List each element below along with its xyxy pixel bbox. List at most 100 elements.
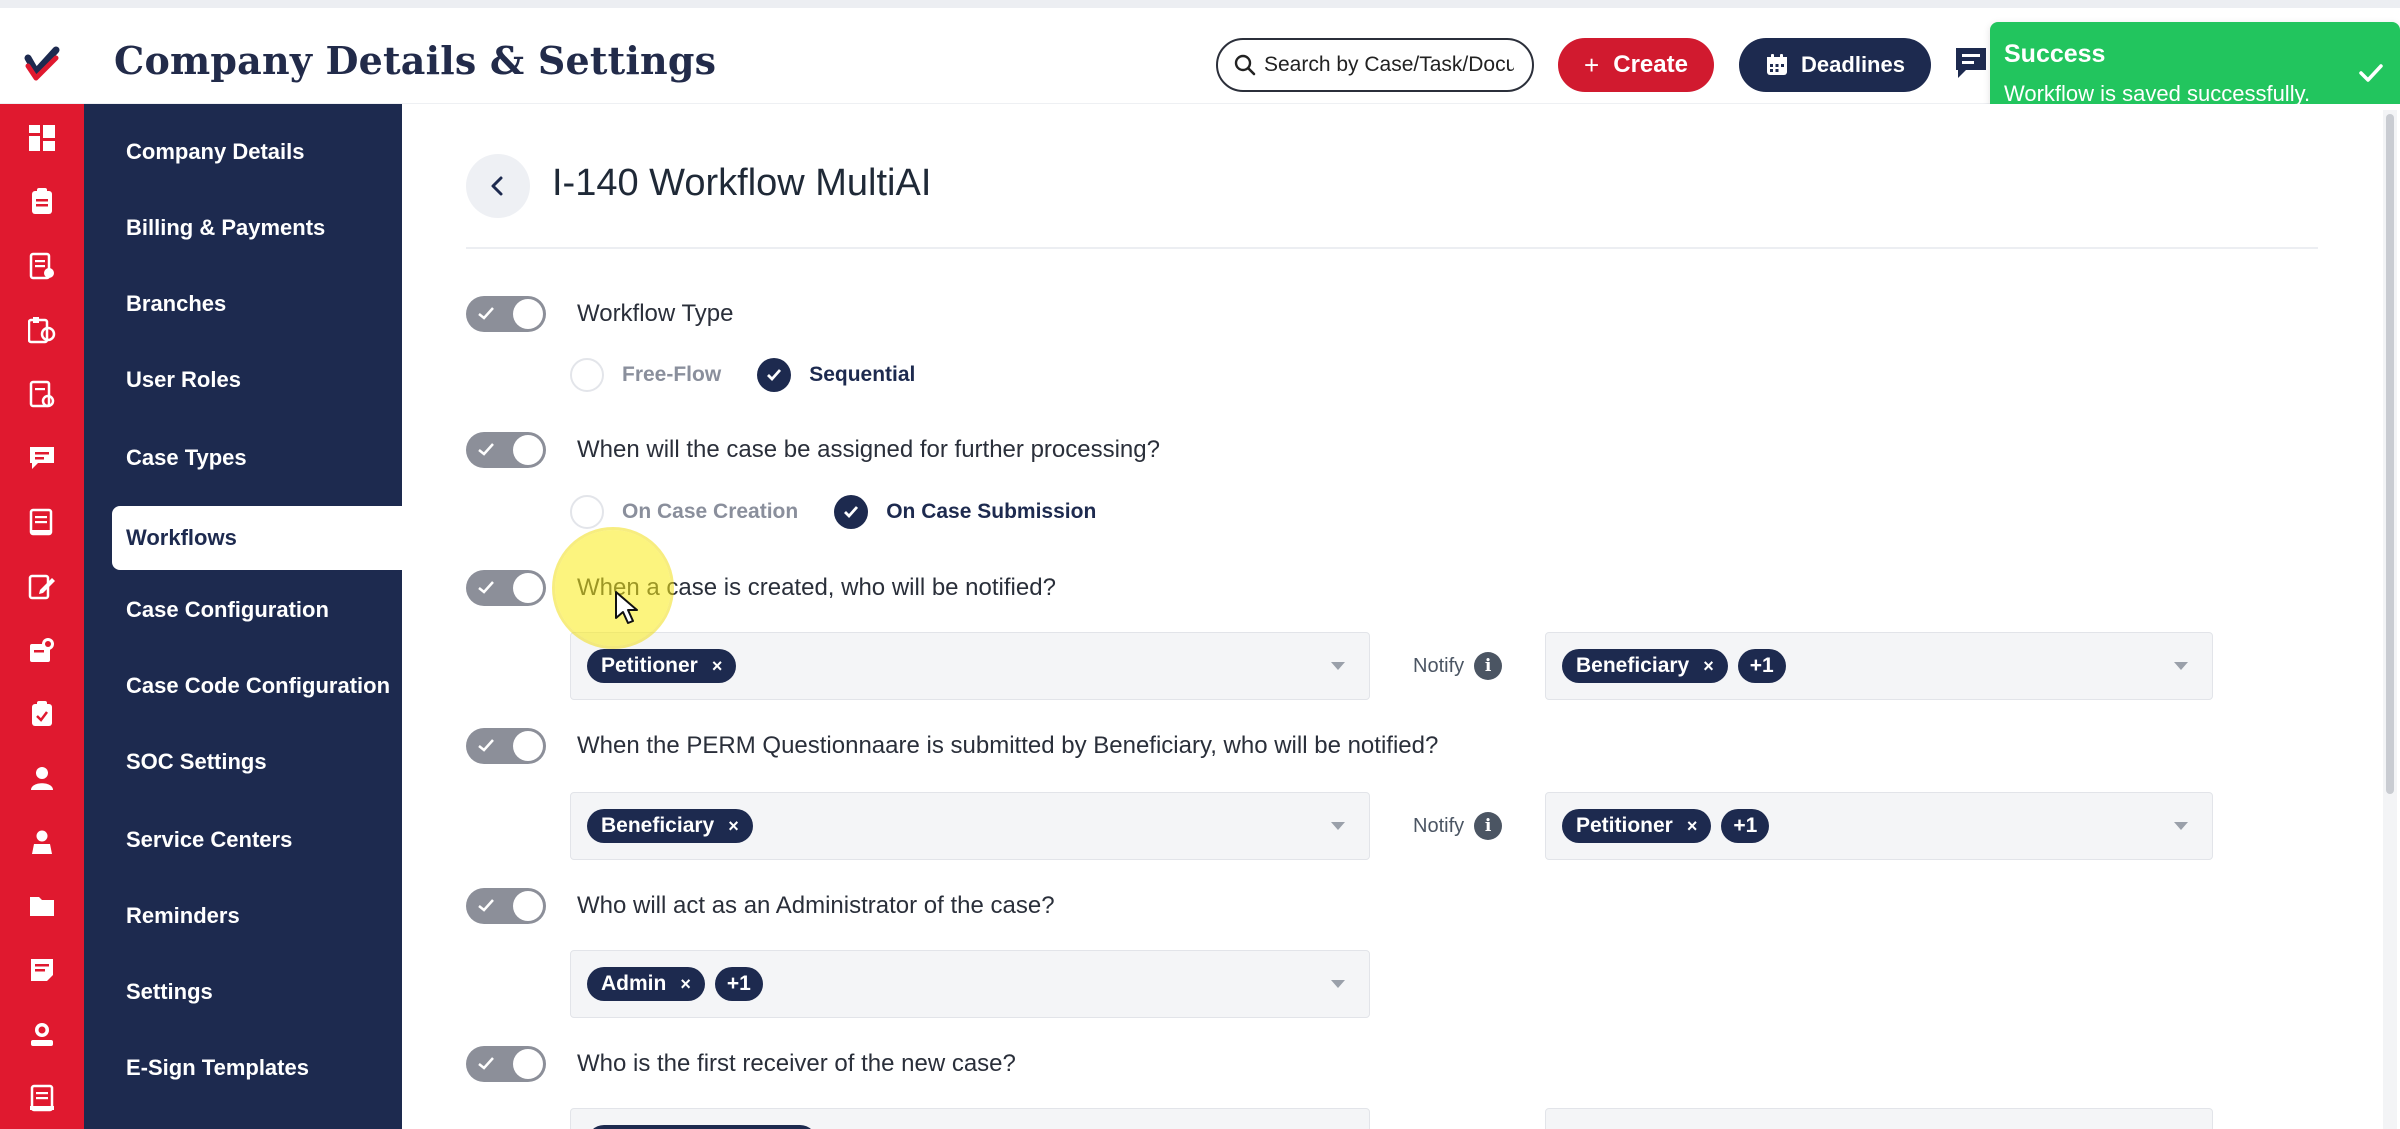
case-created-notify-question: When a case is created, who will be noti… (577, 574, 1056, 601)
reports-icon[interactable] (22, 1078, 62, 1118)
page-title: Company Details & Settings (114, 38, 717, 83)
info-icon[interactable]: i (1474, 812, 1503, 840)
check-icon (767, 369, 782, 382)
folder-icon[interactable] (22, 886, 62, 926)
check-icon (478, 307, 494, 320)
on-case-submission-radio[interactable] (834, 495, 869, 529)
notes-icon[interactable] (22, 502, 62, 542)
chip-label: Admin (601, 972, 667, 995)
sidebar-item-label: Service Centers (126, 827, 293, 852)
search-icon (1234, 54, 1256, 76)
chat-button[interactable] (1952, 42, 1992, 86)
sidebar-item-workflows[interactable]: Workflows (112, 506, 402, 570)
plus-icon: + (1584, 49, 1600, 80)
sidebar-item-esign-templates[interactable]: E-Sign Templates (112, 1036, 402, 1100)
sequential-radio[interactable] (757, 358, 792, 392)
check-icon[interactable] (2356, 58, 2386, 88)
assignment-toggle[interactable] (466, 432, 546, 468)
perm-recipient-select[interactable]: Beneficiary × (570, 792, 1370, 860)
sidebar-item-user-roles[interactable]: User Roles (112, 348, 402, 412)
first-receiver-notify-select[interactable] (1545, 1108, 2213, 1129)
workflow-type-toggle[interactable] (466, 296, 546, 332)
assignment-question: When will the case be assigned for furth… (577, 436, 1160, 463)
deadlines-button[interactable]: Deadlines (1739, 38, 1931, 92)
sidebar-item-label: Workflows (126, 525, 237, 550)
toast-title: Success (2004, 40, 2106, 68)
workflow-type-options: Free-Flow Sequential (570, 358, 951, 392)
workflow-type-question: Workflow Type (577, 300, 734, 327)
first-receiver-toggle[interactable] (466, 1046, 546, 1082)
workflow-title: I-140 Workflow MultiAI (552, 162, 932, 204)
notify-label: Notify (1413, 814, 1465, 837)
perm-notify-toggle[interactable] (466, 728, 546, 764)
remove-icon[interactable]: × (1703, 656, 1714, 677)
user-icon[interactable] (22, 758, 62, 798)
check-icon (844, 506, 859, 519)
sidebar-item-soc-settings[interactable]: SOC Settings (112, 730, 402, 794)
scrollbar-thumb[interactable] (2386, 114, 2394, 794)
first-receiver-question: Who is the first receiver of the new cas… (577, 1050, 1016, 1077)
case-created-notify-select[interactable]: Beneficiary × +1 (1545, 632, 2213, 700)
sidebar-item-branches[interactable]: Branches (112, 272, 402, 336)
sidebar-item-case-code-configuration[interactable]: Case Code Configuration (112, 654, 402, 718)
perm-notify-select[interactable]: Petitioner × +1 (1545, 792, 2213, 860)
case-created-recipient-select[interactable]: Petitioner × (570, 632, 1370, 700)
contacts-icon[interactable] (22, 822, 62, 862)
create-button[interactable]: + Create (1558, 38, 1714, 92)
sidebar-item-billing-payments[interactable]: Billing & Payments (112, 196, 402, 260)
first-receiver-select[interactable] (570, 1108, 1370, 1129)
team-icon[interactable] (22, 630, 62, 670)
edit-icon[interactable] (22, 566, 62, 606)
toggle-knob (513, 731, 543, 761)
chip-label: Beneficiary (1576, 654, 1690, 677)
info-icon[interactable]: i (1474, 652, 1503, 680)
search-input[interactable] (1264, 53, 1514, 77)
toggle-knob (513, 299, 543, 329)
back-button[interactable] (466, 154, 530, 218)
sidebar-item-label: Case Configuration (126, 597, 329, 622)
administrator-question: Who will act as an Administrator of the … (577, 892, 1055, 919)
dashboard-icon[interactable] (22, 118, 62, 158)
free-flow-radio[interactable] (570, 358, 604, 392)
sidebar-item-label: Settings (126, 979, 213, 1004)
calendar-icon (1767, 54, 1788, 75)
notify-label-group: Notify i (1413, 812, 1503, 840)
sidebar-item-label: User Roles (126, 367, 241, 392)
sidebar-item-label: Branches (126, 291, 227, 316)
sequential-label: Sequential (809, 363, 916, 386)
documents-icon[interactable] (22, 246, 62, 286)
sidebar-item-company-details[interactable]: Company Details (112, 120, 402, 184)
chip-beneficiary: Beneficiary × (587, 809, 753, 843)
profile-icon[interactable] (22, 1014, 62, 1054)
remove-icon[interactable]: × (1687, 816, 1698, 837)
mouse-cursor-icon (615, 591, 638, 624)
chevron-down-icon (1331, 662, 1345, 670)
cases-icon[interactable] (22, 182, 62, 222)
chip-petitioner: Petitioner × (1562, 809, 1712, 843)
remove-icon[interactable]: × (712, 656, 723, 677)
sidebar-item-case-types[interactable]: Case Types (112, 426, 402, 490)
sidebar-item-service-centers[interactable]: Service Centers (112, 808, 402, 872)
icon-rail (0, 104, 84, 1129)
more-chip: +1 (1721, 809, 1770, 843)
sidebar-item-case-configuration[interactable]: Case Configuration (112, 578, 402, 642)
sidebar-item-label: SOC Settings (126, 749, 267, 774)
clipboard-icon[interactable] (22, 694, 62, 734)
forms-icon[interactable] (22, 374, 62, 414)
administrator-toggle[interactable] (466, 888, 546, 924)
search-box[interactable] (1216, 38, 1534, 92)
remove-icon[interactable]: × (728, 816, 739, 837)
tasks-icon[interactable] (22, 310, 62, 350)
app-logo[interactable] (0, 16, 84, 112)
case-created-notify-toggle[interactable] (466, 570, 546, 606)
messages-icon[interactable] (22, 438, 62, 478)
sidebar-item-label: Reminders (126, 903, 240, 928)
notes-alt-icon[interactable] (22, 950, 62, 990)
on-case-creation-radio[interactable] (570, 495, 604, 529)
notify-label: Notify (1413, 654, 1465, 677)
chip-petitioner: Petitioner × (587, 649, 737, 683)
remove-icon[interactable]: × (680, 974, 691, 995)
administrator-select[interactable]: Admin × +1 (570, 950, 1370, 1018)
sidebar-item-reminders[interactable]: Reminders (112, 884, 402, 948)
sidebar-item-settings[interactable]: Settings (112, 960, 402, 1024)
